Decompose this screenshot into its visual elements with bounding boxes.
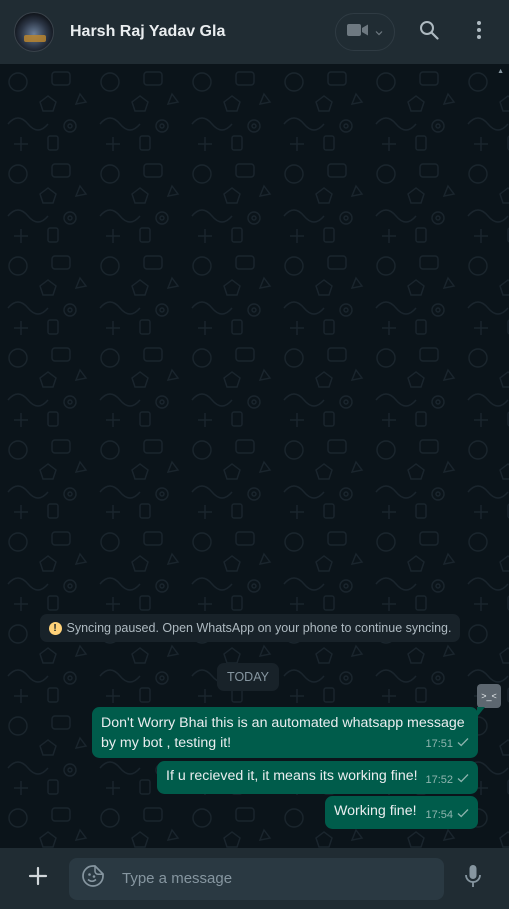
attach-button[interactable] — [16, 857, 60, 901]
video-call-icon — [347, 23, 369, 42]
chat-panel[interactable]: ▲ ! Syncing paused. Open WhatsApp on you… — [0, 64, 509, 848]
bubble-tail — [477, 707, 485, 717]
check-icon — [457, 805, 469, 825]
avatar[interactable] — [14, 12, 54, 52]
date-divider: TODAY — [217, 663, 279, 691]
search-button[interactable] — [417, 20, 441, 44]
search-icon — [419, 20, 439, 45]
message-text: Don't Worry Bhai this is an automated wh… — [101, 715, 465, 751]
mic-icon — [464, 864, 482, 893]
sync-notice-text: Syncing paused. Open WhatsApp on your ph… — [66, 621, 452, 635]
check-icon — [457, 770, 469, 790]
sticker-icon[interactable] — [81, 864, 105, 893]
video-call-button[interactable] — [335, 13, 395, 51]
warning-icon: ! — [48, 621, 62, 635]
message-bubble[interactable]: If u recieved it, it means its working f… — [157, 761, 478, 794]
menu-button[interactable] — [467, 20, 491, 44]
message-time: 17:54 — [425, 809, 453, 821]
chat-header: Harsh Raj Yadav Gla — [0, 0, 509, 64]
plus-icon — [28, 866, 48, 891]
message-meta: 17:54 — [425, 805, 469, 825]
message-text: If u recieved it, it means its working f… — [166, 768, 418, 784]
contact-name[interactable]: Harsh Raj Yadav Gla — [70, 23, 335, 41]
message-input-box[interactable] — [69, 857, 444, 900]
chevron-down-icon — [375, 23, 383, 41]
check-icon — [457, 734, 469, 754]
composer — [0, 848, 509, 909]
message-time: 17:52 — [425, 774, 453, 786]
message-bubble[interactable]: Working fine! 17:54 — [325, 796, 478, 829]
emoji-chip[interactable]: >_< — [477, 684, 501, 708]
message-input[interactable] — [120, 869, 444, 888]
message-meta: 17:51 — [425, 734, 469, 754]
menu-icon — [476, 20, 482, 45]
sync-notice: ! Syncing paused. Open WhatsApp on your … — [40, 614, 460, 642]
message-bubble[interactable]: Don't Worry Bhai this is an automated wh… — [92, 707, 485, 758]
scroll-up-icon[interactable]: ▲ — [497, 68, 504, 75]
message-meta: 17:52 — [425, 770, 469, 790]
message-time: 17:51 — [425, 738, 453, 750]
voice-message-button[interactable] — [458, 857, 488, 901]
